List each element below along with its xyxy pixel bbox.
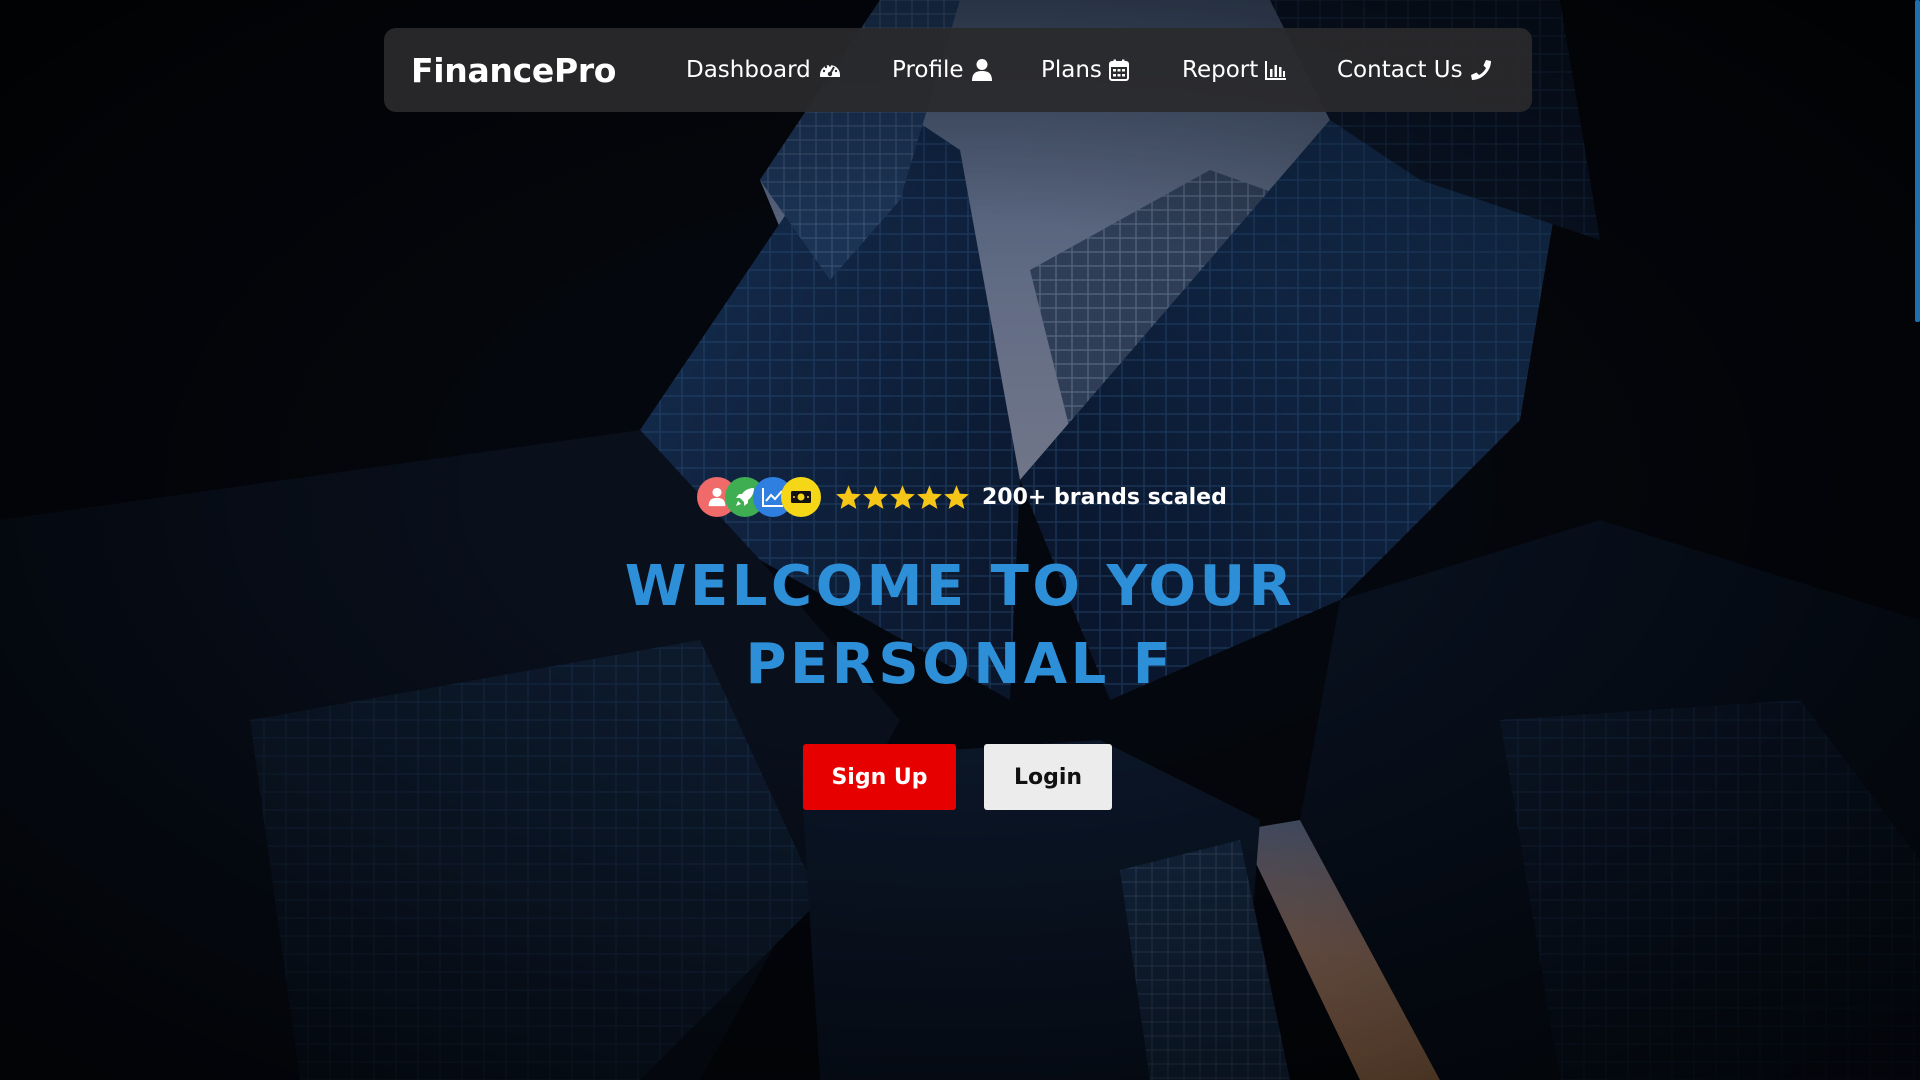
star-icon bbox=[917, 485, 942, 509]
nav-plans-label: Plans bbox=[1041, 57, 1102, 83]
nav-profile[interactable]: Profile bbox=[892, 28, 993, 112]
star-rating bbox=[835, 484, 970, 510]
scrollbar[interactable] bbox=[1914, 0, 1920, 1080]
nav-report-label: Report bbox=[1182, 57, 1259, 83]
calendar-icon bbox=[1108, 59, 1129, 81]
nav-report[interactable]: Report bbox=[1182, 28, 1287, 112]
social-proof: 200+ brands scaled bbox=[697, 476, 1227, 518]
hero-title: WELCOME TO YOUR PERSONAL F bbox=[624, 554, 1296, 697]
background-image bbox=[0, 0, 1920, 1080]
bar-chart-icon bbox=[1265, 61, 1287, 80]
login-button[interactable]: Login bbox=[984, 744, 1112, 810]
social-proof-text: 200+ brands scaled bbox=[982, 484, 1227, 510]
star-icon bbox=[836, 485, 861, 509]
star-icon bbox=[944, 485, 969, 509]
hero-section: FinancePro Dashboard Profile Plans Repor… bbox=[0, 0, 1920, 1080]
nav-contact-label: Contact Us bbox=[1337, 57, 1463, 83]
nav-dashboard[interactable]: Dashboard bbox=[686, 28, 842, 112]
signup-button[interactable]: Sign Up bbox=[803, 744, 956, 810]
star-icon bbox=[863, 485, 888, 509]
avatar-money bbox=[781, 477, 821, 517]
nav-plans[interactable]: Plans bbox=[1041, 28, 1129, 112]
user-icon bbox=[708, 487, 726, 507]
user-icon bbox=[971, 59, 992, 81]
brand-logo[interactable]: FinancePro bbox=[411, 28, 616, 112]
gauge-icon bbox=[819, 64, 840, 77]
nav-contact[interactable]: Contact Us bbox=[1337, 28, 1492, 112]
star-icon bbox=[890, 485, 915, 509]
scrollbar-thumb[interactable] bbox=[1915, 0, 1920, 322]
navbar: FinancePro Dashboard Profile Plans Repor… bbox=[384, 28, 1532, 112]
phone-icon bbox=[1470, 60, 1491, 80]
nav-dashboard-label: Dashboard bbox=[686, 57, 811, 83]
money-icon bbox=[791, 491, 811, 503]
nav-profile-label: Profile bbox=[892, 57, 964, 83]
